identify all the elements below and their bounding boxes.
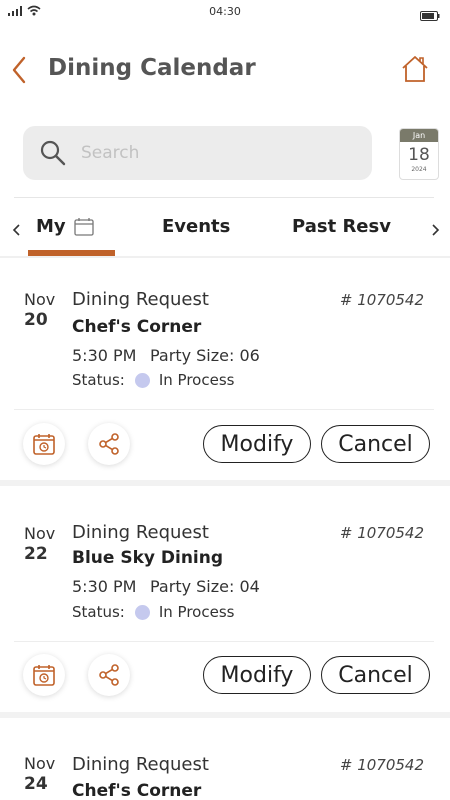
status-label: Status: <box>72 603 125 621</box>
search-bar[interactable] <box>23 126 372 180</box>
calendar-day: 18 <box>408 145 430 165</box>
reservation-number: # 1070542 <box>339 756 424 774</box>
reservation-status: Status: In Process <box>72 603 234 621</box>
reservation-day: 20 <box>24 310 48 330</box>
cancel-button[interactable]: Cancel <box>321 425 430 463</box>
reservation-type: Dining Request <box>72 754 209 775</box>
share-icon <box>99 664 119 686</box>
modify-button[interactable]: Modify <box>203 425 311 463</box>
tab-my[interactable]: My <box>36 216 94 237</box>
tab-past-resv-label: Past Resv <box>292 216 391 237</box>
calendar-year: 2024 <box>411 166 427 173</box>
home-button[interactable] <box>400 54 430 84</box>
back-button[interactable] <box>8 54 32 86</box>
reservation-venue: Blue Sky Dining <box>72 548 224 568</box>
reservation-party-size: Party Size: 04 <box>150 577 260 596</box>
reservation-type: Dining Request <box>72 289 209 310</box>
reservation-month: Nov <box>24 754 56 773</box>
search-icon <box>40 140 66 166</box>
reservation-month: Nov <box>24 524 56 543</box>
status-dot <box>134 372 150 388</box>
search-input[interactable] <box>81 143 341 163</box>
status-bar: 04:30 <box>0 0 450 24</box>
calendar-clock-icon <box>33 665 55 686</box>
chevron-left-icon <box>12 56 26 84</box>
tab-bar-shadow <box>0 256 450 258</box>
reservation-time: 5:30 PM <box>72 346 137 365</box>
chevron-left-icon <box>12 224 20 236</box>
status-time: 04:30 <box>209 5 241 18</box>
reservation-date: Nov 24 <box>24 754 55 794</box>
tab-my-label: My <box>36 216 66 237</box>
card-divider <box>14 409 434 410</box>
divider <box>14 197 434 198</box>
status-value: In Process <box>158 371 235 389</box>
calendar-month: Jan <box>400 129 438 142</box>
card-divider <box>14 641 434 642</box>
reservation-date: Nov 22 <box>24 524 55 564</box>
reservation-month: Nov <box>24 290 56 309</box>
page-title: Dining Calendar <box>48 55 256 81</box>
share-button[interactable] <box>88 654 130 696</box>
reservation-time: 5:30 PM <box>72 577 137 596</box>
status-value: In Process <box>158 603 235 621</box>
cancel-button[interactable]: Cancel <box>321 656 430 694</box>
card-separator <box>0 480 450 486</box>
calendar-icon <box>74 217 94 236</box>
add-to-calendar-button[interactable] <box>23 423 65 465</box>
reservation-day: 24 <box>24 774 48 794</box>
reservation-venue: Chef's Corner <box>72 317 202 337</box>
reservation-party-size: Party Size: 06 <box>150 346 260 365</box>
reservation-number: # 1070542 <box>339 524 424 542</box>
tab-events-label: Events <box>162 216 231 237</box>
reservation-day: 22 <box>24 544 48 564</box>
card-separator <box>0 712 450 718</box>
add-to-calendar-button[interactable] <box>23 654 65 696</box>
calendar-clock-icon <box>33 434 55 455</box>
share-icon <box>99 433 119 455</box>
modify-button[interactable]: Modify <box>203 656 311 694</box>
reservation-date: Nov 20 <box>24 290 55 330</box>
battery-icon <box>420 6 440 25</box>
tab-events[interactable]: Events <box>162 216 230 237</box>
reservation-type: Dining Request <box>72 522 209 543</box>
tab-scroll-left-button[interactable] <box>10 220 24 240</box>
calendar-date-widget[interactable]: Jan 18 2024 <box>399 128 439 180</box>
tab-scroll-right-button[interactable] <box>428 220 442 240</box>
reservation-number: # 1070542 <box>339 291 424 309</box>
chevron-right-icon <box>432 224 440 236</box>
reservation-venue: Chef's Corner <box>72 781 202 800</box>
tab-bar: My Events Past Resv <box>0 200 450 258</box>
home-icon <box>402 56 428 82</box>
header: Dining Calendar <box>0 40 450 100</box>
share-button[interactable] <box>88 423 130 465</box>
tab-past-resv[interactable]: Past Resv <box>292 216 391 237</box>
status-dot <box>134 604 150 620</box>
status-label: Status: <box>72 371 125 389</box>
reservation-status: Status: In Process <box>72 371 234 389</box>
